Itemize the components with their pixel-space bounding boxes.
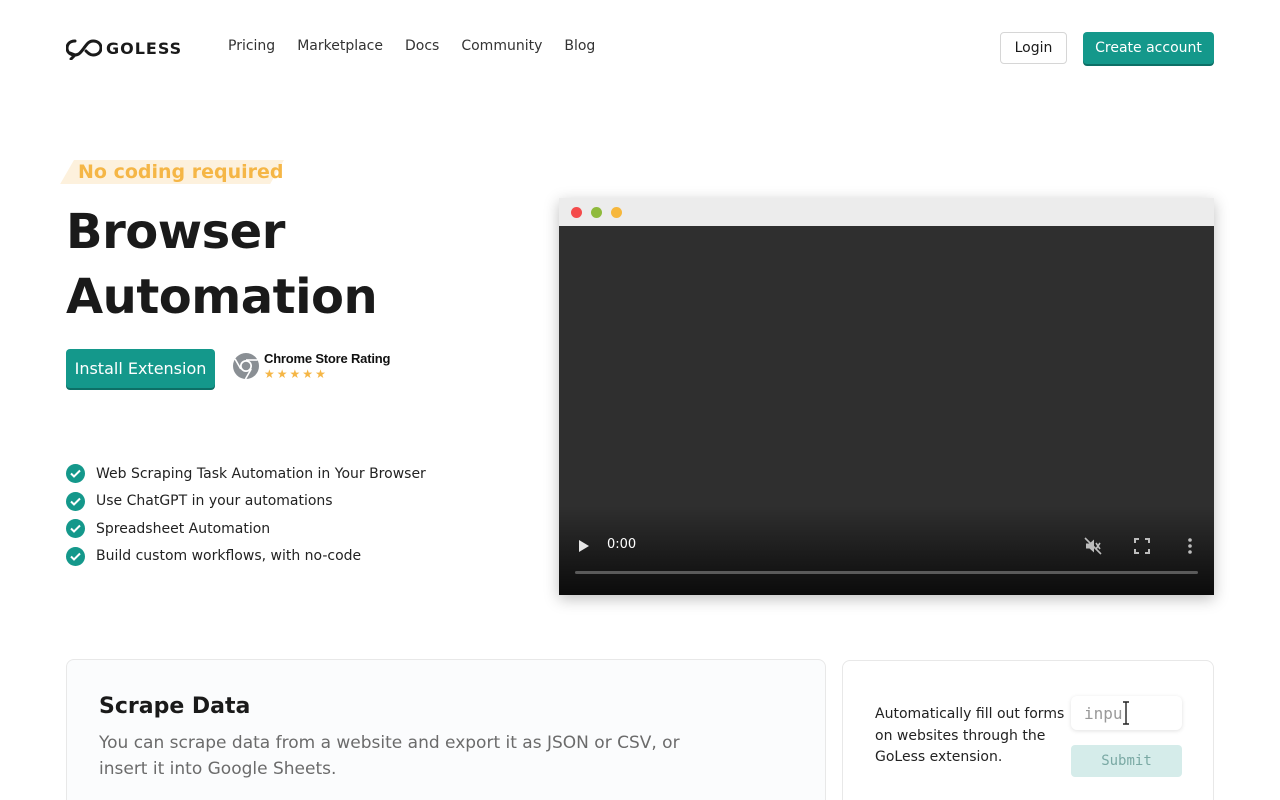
star-icon: ★ bbox=[302, 367, 314, 381]
login-button[interactable]: Login bbox=[1000, 32, 1067, 64]
demo-video-window: 0:00 bbox=[559, 198, 1214, 595]
window-close-dot bbox=[571, 206, 582, 218]
feature-text: Use ChatGPT in your automations bbox=[96, 493, 333, 510]
form-card-description: Automatically fill out forms on websites… bbox=[875, 706, 1065, 765]
card-description: You can scrape data from a website and e… bbox=[99, 733, 680, 779]
window-maximize-dot bbox=[611, 206, 622, 218]
nav-link-community[interactable]: Community bbox=[461, 38, 542, 54]
feature-text: Web Scraping Task Automation in Your Bro… bbox=[96, 465, 426, 482]
rating-label: Chrome Store Rating bbox=[264, 351, 391, 366]
demo-submit-button[interactable]: Submit bbox=[1071, 745, 1182, 777]
card-title: Scrape Data bbox=[99, 694, 251, 719]
feature-item: Build custom workflows, with no-code bbox=[66, 543, 426, 571]
hero-title: Browser Automation bbox=[66, 204, 378, 325]
feature-text: Spreadsheet Automation bbox=[96, 520, 271, 537]
star-icon: ★ bbox=[289, 367, 301, 381]
check-circle-icon bbox=[66, 546, 85, 566]
goless-infinity-logo-icon bbox=[66, 39, 102, 60]
feature-list: Web Scraping Task Automation in Your Bro… bbox=[66, 460, 426, 570]
video-progress-bar[interactable] bbox=[575, 571, 1198, 574]
chrome-icon bbox=[233, 352, 259, 379]
window-titlebar bbox=[559, 198, 1214, 226]
volume-muted-icon[interactable] bbox=[1084, 537, 1102, 555]
more-vertical-icon[interactable] bbox=[1185, 537, 1195, 555]
create-account-button[interactable]: Create account bbox=[1083, 32, 1214, 64]
rating-info: Chrome Store Rating ★ ★ ★ ★ ★ bbox=[264, 351, 390, 380]
check-circle-icon bbox=[66, 491, 85, 511]
logo[interactable]: GOLESS bbox=[66, 36, 182, 60]
feature-text: Build custom workflows, with no-code bbox=[96, 548, 362, 565]
no-coding-tag: No coding required bbox=[60, 160, 285, 184]
window-minimize-dot bbox=[591, 206, 602, 218]
feature-item: Web Scraping Task Automation in Your Bro… bbox=[66, 460, 426, 488]
star-icon: ★ bbox=[264, 367, 275, 381]
nav-link-blog[interactable]: Blog bbox=[564, 38, 595, 54]
check-circle-icon bbox=[66, 464, 85, 484]
star-icon: ★ bbox=[315, 367, 326, 381]
play-icon[interactable] bbox=[578, 539, 590, 553]
rating-stars: ★ ★ ★ ★ ★ bbox=[264, 368, 390, 380]
form-fill-card: Automatically fill out forms on websites… bbox=[842, 660, 1214, 800]
fullscreen-icon[interactable] bbox=[1134, 538, 1150, 554]
nav-link-pricing[interactable]: Pricing bbox=[228, 38, 275, 54]
scrape-data-card: Scrape Data You can scrape data from a w… bbox=[66, 659, 826, 800]
nav-links: Pricing Marketplace Docs Community Blog bbox=[228, 38, 617, 54]
feature-item: Use ChatGPT in your automations bbox=[66, 488, 426, 516]
star-icon: ★ bbox=[276, 367, 288, 381]
nav-link-marketplace[interactable]: Marketplace bbox=[297, 38, 383, 54]
logo-text: GOLESS bbox=[106, 38, 183, 58]
video-time: 0:00 bbox=[607, 537, 637, 552]
text-cursor-icon bbox=[1123, 701, 1129, 725]
feature-item: Spreadsheet Automation bbox=[66, 515, 426, 543]
video-player[interactable]: 0:00 bbox=[559, 226, 1214, 595]
chrome-store-rating[interactable]: Chrome Store Rating ★ ★ ★ ★ ★ bbox=[232, 351, 390, 380]
top-nav: GOLESS Pricing Marketplace Docs Communit… bbox=[0, 0, 1280, 96]
check-circle-icon bbox=[66, 519, 85, 539]
tag-text: No coding required bbox=[78, 161, 284, 183]
install-extension-button[interactable]: Install Extension bbox=[66, 349, 215, 388]
nav-link-docs[interactable]: Docs bbox=[405, 38, 439, 54]
